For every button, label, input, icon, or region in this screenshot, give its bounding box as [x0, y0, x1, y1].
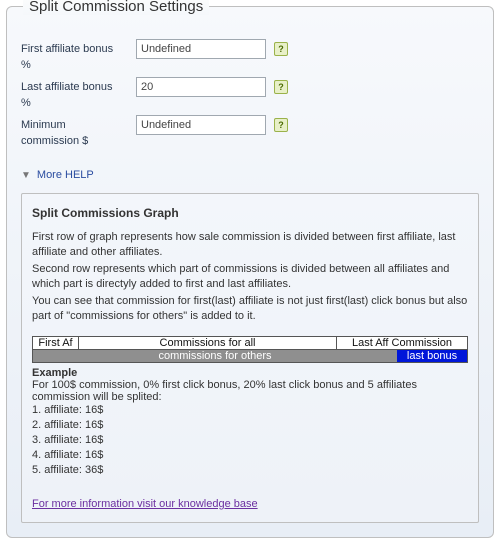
list-item: 4. affiliate: 16$ — [32, 448, 468, 463]
list-item: 1. affiliate: 16$ — [32, 403, 468, 418]
last-affiliate-bonus-row: Last affiliate bonus ? — [21, 77, 479, 97]
last-affiliate-bonus-unit: % — [21, 97, 136, 109]
graph-last-aff-cell: Last Aff Commission — [337, 337, 467, 349]
first-affiliate-bonus-unit: % — [21, 59, 136, 71]
graph-desc-3: You can see that commission for first(la… — [32, 294, 468, 324]
knowledge-base-link[interactable]: For more information visit our knowledge… — [32, 498, 468, 510]
last-affiliate-bonus-label: Last affiliate bonus — [21, 81, 136, 93]
more-help-label: More HELP — [37, 169, 94, 181]
list-item: 2. affiliate: 16$ — [32, 418, 468, 433]
graph-commissions-for-all-cell: Commissions for all — [79, 337, 337, 349]
first-affiliate-bonus-row: First affiliate bonus ? — [21, 39, 479, 59]
minimum-commission-input[interactable] — [136, 115, 266, 135]
last-affiliate-bonus-input[interactable] — [136, 77, 266, 97]
example-heading: Example — [32, 367, 468, 379]
graph-last-bonus-cell: last bonus — [397, 350, 467, 362]
list-item: 5. affiliate: 36$ — [32, 463, 468, 478]
graph-row-1: First Af Commissions for all Last Aff Co… — [32, 336, 468, 350]
graph-description: First row of graph represents how sale c… — [32, 230, 468, 324]
minimum-commission-label-2: commission $ — [21, 135, 136, 147]
example-list: 1. affiliate: 16$ 2. affiliate: 16$ 3. a… — [32, 403, 468, 478]
list-item: 3. affiliate: 16$ — [32, 433, 468, 448]
split-commissions-graph-panel: Split Commissions Graph First row of gra… — [21, 193, 479, 523]
graph-heading: Split Commissions Graph — [32, 206, 468, 220]
help-icon[interactable]: ? — [274, 118, 288, 132]
help-icon[interactable]: ? — [274, 42, 288, 56]
graph-first-aff-cell: First Af — [33, 337, 79, 349]
graph-row-2: commissions for others last bonus — [32, 350, 468, 363]
example-intro: For 100$ commission, 0% first click bonu… — [32, 379, 468, 403]
graph-desc-1: First row of graph represents how sale c… — [32, 230, 468, 260]
panel-title: Split Commission Settings — [23, 0, 209, 15]
graph-desc-2: Second row represents which part of comm… — [32, 262, 468, 292]
chevron-down-icon: ▼ — [21, 170, 31, 181]
minimum-commission-label: Minimum — [21, 119, 136, 131]
split-commission-settings-panel: Split Commission Settings First affiliat… — [6, 6, 494, 538]
help-icon[interactable]: ? — [274, 80, 288, 94]
more-help-toggle[interactable]: ▼ More HELP — [21, 169, 94, 181]
first-affiliate-bonus-input[interactable] — [136, 39, 266, 59]
graph-commissions-for-others-cell: commissions for others — [33, 350, 397, 362]
first-affiliate-bonus-label: First affiliate bonus — [21, 43, 136, 55]
minimum-commission-row: Minimum ? — [21, 115, 479, 135]
